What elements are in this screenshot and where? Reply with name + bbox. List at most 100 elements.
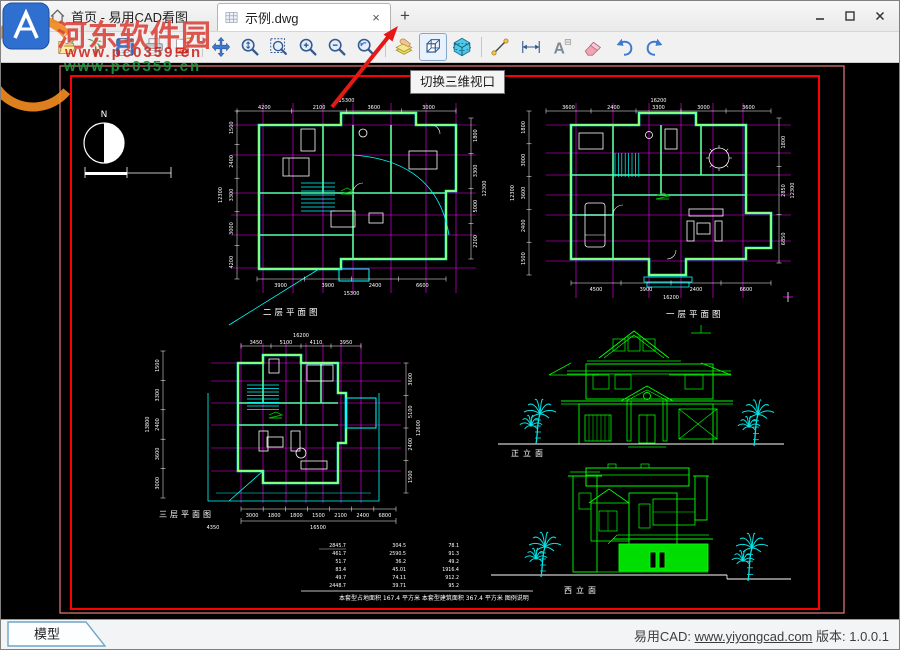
zoom-window-button[interactable]	[265, 33, 293, 61]
svg-text:16200: 16200	[651, 98, 667, 104]
toggle-3d-viewport-button[interactable]	[419, 33, 447, 61]
save-button[interactable]	[111, 33, 139, 61]
toolbar: PDF A	[1, 32, 899, 63]
svg-text:1500: 1500	[521, 252, 527, 265]
close-button[interactable]	[865, 6, 895, 26]
svg-text:3900: 3900	[274, 283, 287, 289]
svg-text:6800: 6800	[379, 513, 392, 519]
layers-button[interactable]	[390, 33, 418, 61]
window-controls	[805, 6, 895, 26]
export-pdf-button[interactable]: PDF	[169, 33, 197, 61]
svg-text:12600: 12600	[416, 420, 422, 436]
svg-text:5100: 5100	[280, 340, 293, 346]
statusbar: 模型 易用CAD: www.yiyongcad.com 版本: 1.0.0.1	[1, 619, 899, 649]
svg-text:3450: 3450	[250, 340, 263, 346]
svg-text:3600: 3600	[408, 373, 414, 386]
toolbar-separator	[385, 37, 386, 57]
pan-button[interactable]	[207, 33, 235, 61]
svg-text:1916.4: 1916.4	[442, 567, 459, 573]
minimize-button[interactable]	[805, 6, 835, 26]
zoom-out-button[interactable]	[323, 33, 351, 61]
svg-text:12300: 12300	[482, 181, 488, 197]
svg-text:1800: 1800	[473, 129, 479, 142]
zoom-previous-button[interactable]	[352, 33, 380, 61]
redo-button[interactable]	[641, 33, 669, 61]
print-button[interactable]	[140, 33, 168, 61]
svg-text:2400: 2400	[369, 283, 382, 289]
measure-distance-button[interactable]	[486, 33, 514, 61]
undo-icon	[613, 36, 635, 58]
svg-text:4500: 4500	[590, 287, 603, 293]
svg-text:4200: 4200	[229, 256, 235, 269]
model-tab[interactable]: 模型	[7, 621, 111, 648]
close-icon	[874, 10, 886, 22]
svg-text:1500: 1500	[312, 513, 325, 519]
zoom-in-icon	[297, 36, 319, 58]
dimension-button[interactable]	[517, 33, 545, 61]
tab-home-label: 首页 - 易用CAD看图	[71, 7, 188, 26]
undo-button[interactable]	[610, 33, 638, 61]
palm-tree-button[interactable]	[82, 33, 110, 61]
svg-text:2400: 2400	[607, 105, 620, 111]
svg-text:2845.7: 2845.7	[329, 543, 346, 549]
drawing-canvas[interactable]: N 4200 2100 3600 3000 15300 3900 3900 2400 6600 15…	[1, 63, 900, 621]
svg-text:49.7: 49.7	[335, 575, 346, 581]
open-file-button[interactable]	[53, 33, 81, 61]
print-icon	[143, 36, 165, 58]
new-tab-button[interactable]: +	[395, 7, 415, 27]
svg-text:95.2: 95.2	[448, 583, 459, 589]
svg-text:91.3: 91.3	[448, 551, 459, 557]
tab-home[interactable]: 首页 - 易用CAD看图	[49, 4, 211, 29]
maximize-icon	[844, 10, 856, 22]
svg-text:3950: 3950	[340, 340, 353, 346]
svg-text:15300: 15300	[344, 291, 360, 297]
zoom-extents-button[interactable]	[236, 33, 264, 61]
zoom-window-icon	[268, 36, 290, 58]
svg-text:西立面: 西立面	[564, 585, 600, 595]
svg-text:3600: 3600	[368, 105, 381, 111]
svg-text:3000: 3000	[422, 105, 435, 111]
svg-text:4350: 4350	[207, 525, 220, 531]
svg-text:78.1: 78.1	[448, 543, 459, 549]
svg-text:6600: 6600	[740, 287, 753, 293]
svg-text:3000: 3000	[229, 222, 235, 235]
status-info: 易用CAD: www.yiyongcad.com 版本: 1.0.0.1	[634, 626, 889, 645]
save-icon	[114, 36, 136, 58]
svg-text:1800: 1800	[521, 121, 527, 134]
view-3d-button[interactable]	[448, 33, 476, 61]
svg-text:2400: 2400	[229, 155, 235, 168]
svg-text:3000: 3000	[246, 513, 259, 519]
cad-drawing: N 4200 2100 3600 3000 15300 3900 3900 2400 6600 15…	[1, 63, 900, 621]
text-annotate-button[interactable]: A	[548, 33, 576, 61]
tab-document[interactable]: 示例.dwg ×	[217, 3, 391, 31]
svg-text:16200: 16200	[293, 333, 309, 339]
eraser-button[interactable]	[579, 33, 607, 61]
eraser-icon	[582, 36, 604, 58]
svg-text:2400: 2400	[155, 418, 161, 431]
svg-text:36.2: 36.2	[395, 559, 406, 565]
svg-text:3000: 3000	[521, 154, 527, 167]
svg-text:16500: 16500	[310, 525, 326, 531]
svg-text:6850: 6850	[781, 232, 787, 245]
dimension-icon	[520, 36, 542, 58]
svg-text:三层平面图: 三层平面图	[159, 510, 214, 519]
zoom-in-button[interactable]	[294, 33, 322, 61]
status-website-link[interactable]: www.yiyongcad.com	[695, 629, 813, 644]
open-file-icon	[56, 36, 78, 58]
svg-text:5000: 5000	[473, 200, 479, 213]
tab-close-icon[interactable]: ×	[368, 10, 384, 26]
svg-text:N: N	[101, 110, 108, 120]
svg-text:3300: 3300	[473, 165, 479, 178]
svg-text:2100: 2100	[313, 105, 326, 111]
svg-text:2400: 2400	[690, 287, 703, 293]
layers-icon	[393, 36, 415, 58]
svg-text:2400: 2400	[408, 438, 414, 451]
tab-document-label: 示例.dwg	[245, 8, 368, 27]
svg-text:A: A	[554, 40, 565, 57]
maximize-button[interactable]	[835, 6, 865, 26]
titlebar: 首页 - 易用CAD看图 示例.dwg × +	[1, 1, 899, 32]
svg-text:2448.7: 2448.7	[329, 583, 346, 589]
svg-text:3900: 3900	[640, 287, 653, 293]
svg-text:12300: 12300	[218, 187, 224, 203]
svg-text:49.2: 49.2	[448, 559, 459, 565]
